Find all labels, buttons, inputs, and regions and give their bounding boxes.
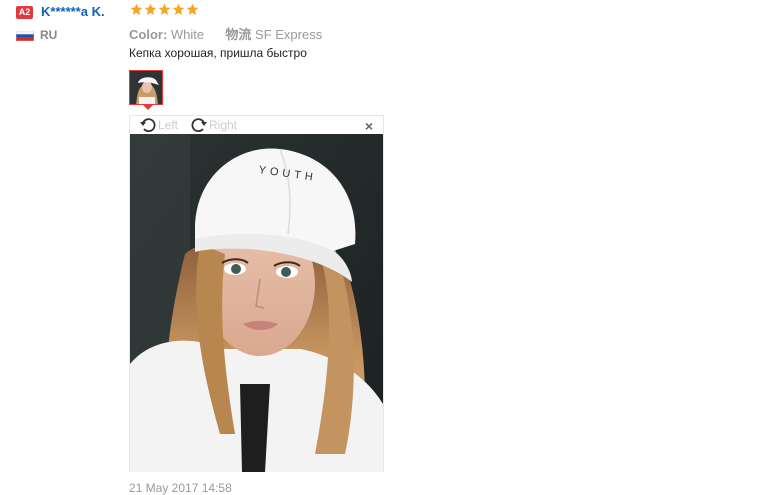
- rotate-left-label: Left: [158, 118, 179, 132]
- photo-viewer: Left Right × YOUTH: [129, 115, 384, 472]
- russia-flag-icon: [16, 31, 34, 41]
- rotate-left-button[interactable]: Left: [138, 116, 178, 134]
- thumbnail-image: [130, 71, 162, 104]
- reviewer-name[interactable]: K******a K.: [41, 4, 105, 19]
- star-icon: [130, 3, 143, 16]
- review-photo-thumbnail[interactable]: [129, 70, 163, 105]
- review-date: 21 May 2017 14:58: [129, 481, 232, 495]
- rotate-right-button[interactable]: Right: [189, 116, 237, 134]
- close-viewer-button[interactable]: ×: [365, 116, 373, 136]
- rotate-left-icon: [140, 118, 156, 133]
- star-icon: [186, 3, 199, 16]
- level-badge: A2: [16, 6, 33, 19]
- star-icon: [158, 3, 171, 16]
- shipping-label: 物流: [225, 27, 252, 42]
- star-icon: [144, 3, 157, 16]
- shipping-value: SF Express: [255, 27, 323, 42]
- thumbnail-selected-indicator: [143, 105, 153, 110]
- rotate-right-label: Right: [209, 118, 238, 132]
- order-attributes: Color: White 物流 SF Express: [129, 24, 322, 43]
- rating-stars: [130, 3, 200, 16]
- review-text: Кепка хорошая, пришла быстро: [129, 46, 307, 60]
- country-code: RU: [40, 28, 58, 42]
- star-icon: [172, 3, 185, 16]
- review-photo: YOUTH: [130, 134, 383, 472]
- photo-image: YOUTH: [130, 134, 383, 472]
- viewer-toolbar: Left Right ×: [130, 116, 383, 134]
- color-value: White: [170, 27, 205, 42]
- color-label: Color:: [129, 27, 168, 42]
- rotate-right-icon: [191, 118, 207, 133]
